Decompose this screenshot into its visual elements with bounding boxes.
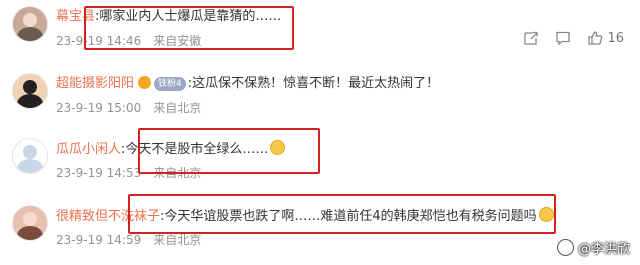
comment-actions: 16 — [507, 30, 624, 46]
watermark-text: @李洪欣 — [577, 242, 630, 257]
like-button[interactable]: 16 — [587, 30, 624, 46]
comment-meta: 23-9-19 14:53 来自北京 — [56, 164, 201, 181]
watermark: @李洪欣 — [556, 238, 630, 257]
comment-meta: 23-9-19 14:46 来自安徽 — [56, 32, 201, 49]
weibo-logo-icon — [556, 239, 574, 256]
comment-line: 瓜瓜小闲人:今天不是股市全绿么…… — [56, 140, 286, 159]
comment-username[interactable]: 很精致但不洗袜子 — [56, 209, 160, 224]
comment-location: 来自北京 — [153, 233, 202, 247]
avatar[interactable] — [12, 205, 48, 241]
comment-line: 超能摄影阳阳 铁粉4:这瓜保不保熟！惊喜不断！最近太热闹了！ — [56, 75, 439, 93]
comment-text: 今天华谊股票也跌了啊……难道前任4的韩庚郑恺也有税务问题吗 — [164, 209, 537, 224]
comment-meta: 23-9-19 14:59 来自北京 — [56, 231, 201, 248]
fan-badge: 铁粉4 — [154, 77, 186, 91]
emoji-icon — [538, 207, 554, 222]
avatar[interactable] — [12, 73, 48, 109]
avatar[interactable] — [12, 138, 48, 174]
reply-button[interactable] — [555, 30, 571, 46]
comment-text: 哪家业内人士爆瓜是靠猜的…… — [99, 9, 282, 24]
comment-username[interactable]: 幕宝县 — [56, 9, 95, 24]
comment-item: 瓜瓜小闲人:今天不是股市全绿么…… 23-9-19 14:53 来自北京 — [0, 132, 640, 198]
fan-badge-icon — [138, 76, 152, 89]
comment-time: 23-9-19 15:00 — [56, 101, 142, 115]
comment-text: 这瓜保不保熟！惊喜不断！最近太热闹了！ — [192, 76, 440, 91]
comment-location: 来自北京 — [153, 166, 202, 180]
share-icon — [524, 31, 539, 45]
avatar[interactable] — [12, 6, 48, 42]
comment-text: 今天不是股市全绿么…… — [125, 142, 269, 157]
comment-item: 幕宝县:哪家业内人士爆瓜是靠猜的…… 23-9-19 14:46 来自安徽 16 — [0, 0, 640, 66]
like-count: 16 — [607, 30, 624, 46]
comment-icon — [556, 31, 571, 46]
comment-meta: 23-9-19 15:00 来自北京 — [56, 99, 201, 116]
comment-location: 来自安徽 — [153, 34, 202, 48]
comment-time: 23-9-19 14:46 — [56, 34, 142, 48]
share-button[interactable] — [523, 30, 539, 46]
comment-line: 很精致但不洗袜子:今天华谊股票也跌了啊……难道前任4的韩庚郑恺也有税务问题吗 — [56, 207, 554, 226]
comment-time: 23-9-19 14:59 — [56, 233, 142, 247]
thumbs-up-icon — [588, 31, 603, 45]
comment-item: 超能摄影阳阳 铁粉4:这瓜保不保熟！惊喜不断！最近太热闹了！ 23-9-19 15… — [0, 67, 640, 133]
emoji-icon — [270, 140, 286, 155]
comment-location: 来自北京 — [153, 101, 202, 115]
comment-item: 很精致但不洗袜子:今天华谊股票也跌了啊……难道前任4的韩庚郑恺也有税务问题吗 2… — [0, 199, 640, 265]
comment-username[interactable]: 超能摄影阳阳 — [56, 76, 134, 91]
comment-username[interactable]: 瓜瓜小闲人 — [56, 142, 121, 157]
comment-line: 幕宝县:哪家业内人士爆瓜是靠猜的…… — [56, 8, 281, 26]
comment-time: 23-9-19 14:53 — [56, 166, 142, 180]
